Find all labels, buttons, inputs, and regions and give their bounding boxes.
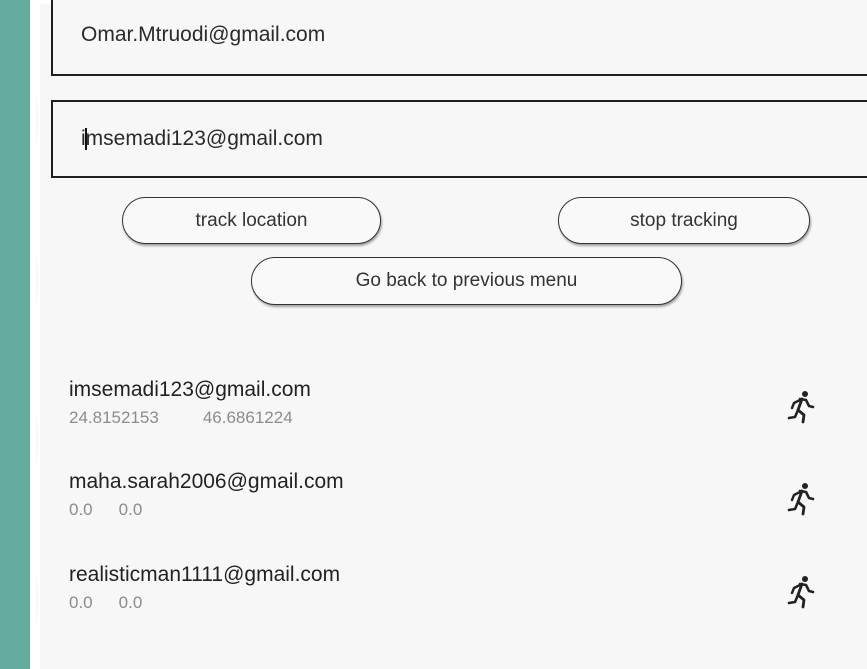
list-item[interactable]: imsemadi123@gmail.com 24.8152153 46.68612… <box>69 378 849 438</box>
list-item[interactable]: maha.sarah2006@gmail.com 0.0 0.0 <box>69 470 849 530</box>
stop-tracking-button[interactable]: stop tracking <box>558 197 810 244</box>
user-coordinates: 0.0 0.0 <box>69 593 142 613</box>
torn-edge-decoration <box>30 0 40 669</box>
go-back-label: Go back to previous menu <box>355 270 578 291</box>
latitude: 0.0 <box>69 500 93 519</box>
user-email: maha.sarah2006@gmail.com <box>69 470 344 493</box>
target-email-field[interactable]: i msemadi123@gmail.com <box>51 100 867 178</box>
user-coordinates: 0.0 0.0 <box>69 500 142 520</box>
longitude: 0.0 <box>118 593 143 612</box>
target-email-value-end: msemadi123@gmail.com <box>85 127 323 150</box>
stop-tracking-label: stop tracking <box>630 209 738 231</box>
running-person-icon[interactable] <box>786 575 816 609</box>
track-location-button[interactable]: track location <box>122 197 381 244</box>
user-coordinates: 24.8152153 46.6861224 <box>69 408 293 428</box>
longitude: 0.0 <box>118 500 143 519</box>
user-email: realisticman1111@gmail.com <box>69 563 341 586</box>
latitude: 24.8152153 <box>69 408 159 427</box>
latitude: 0.0 <box>69 593 93 612</box>
track-location-label: track location <box>195 209 308 231</box>
go-back-button[interactable]: Go back to previous menu <box>251 257 682 305</box>
longitude: 46.6861224 <box>202 408 293 427</box>
list-item[interactable]: realisticman1111@gmail.com 0.0 0.0 <box>69 563 849 623</box>
sender-email-value: Omar.Mtruodi@gmail.com <box>81 23 326 46</box>
user-email: imsemadi123@gmail.com <box>69 378 311 401</box>
running-person-icon[interactable] <box>786 390 816 424</box>
running-person-icon[interactable] <box>786 482 816 516</box>
sender-email-field[interactable]: Omar.Mtruodi@gmail.com <box>51 0 867 76</box>
